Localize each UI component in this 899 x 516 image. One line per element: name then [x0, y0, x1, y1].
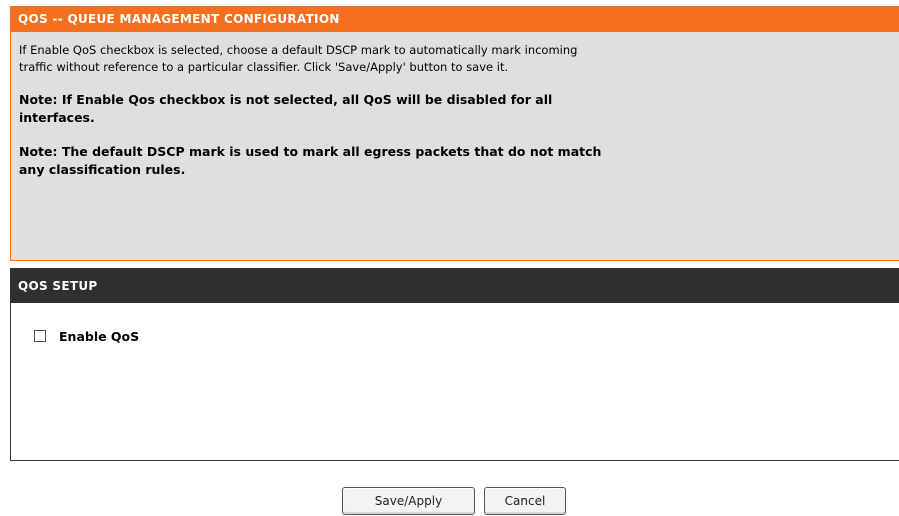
queue-management-title: QOS -- QUEUE MANAGEMENT CONFIGURATION	[11, 7, 899, 32]
qos-config-page: QOS -- QUEUE MANAGEMENT CONFIGURATION If…	[0, 0, 899, 516]
qos-setup-title: QOS SETUP	[11, 269, 899, 303]
cancel-button[interactable]: Cancel	[484, 487, 566, 515]
qos-setup-section: QOS SETUP Enable QoS	[10, 268, 899, 461]
queue-management-section: QOS -- QUEUE MANAGEMENT CONFIGURATION If…	[10, 6, 899, 261]
enable-qos-note: Note: If Enable Qos checkbox is not sele…	[19, 92, 553, 125]
enable-qos-label[interactable]: Enable QoS	[59, 329, 139, 344]
enable-qos-checkbox[interactable]	[34, 330, 46, 342]
queue-management-body: If Enable QoS checkbox is selected, choo…	[11, 32, 899, 179]
enable-qos-row: Enable QoS	[34, 328, 139, 344]
dscp-mark-note: Note: The default DSCP mark is used to m…	[19, 144, 602, 177]
queue-management-description: If Enable QoS checkbox is selected, choo…	[19, 43, 578, 74]
save-apply-button[interactable]: Save/Apply	[342, 487, 475, 515]
